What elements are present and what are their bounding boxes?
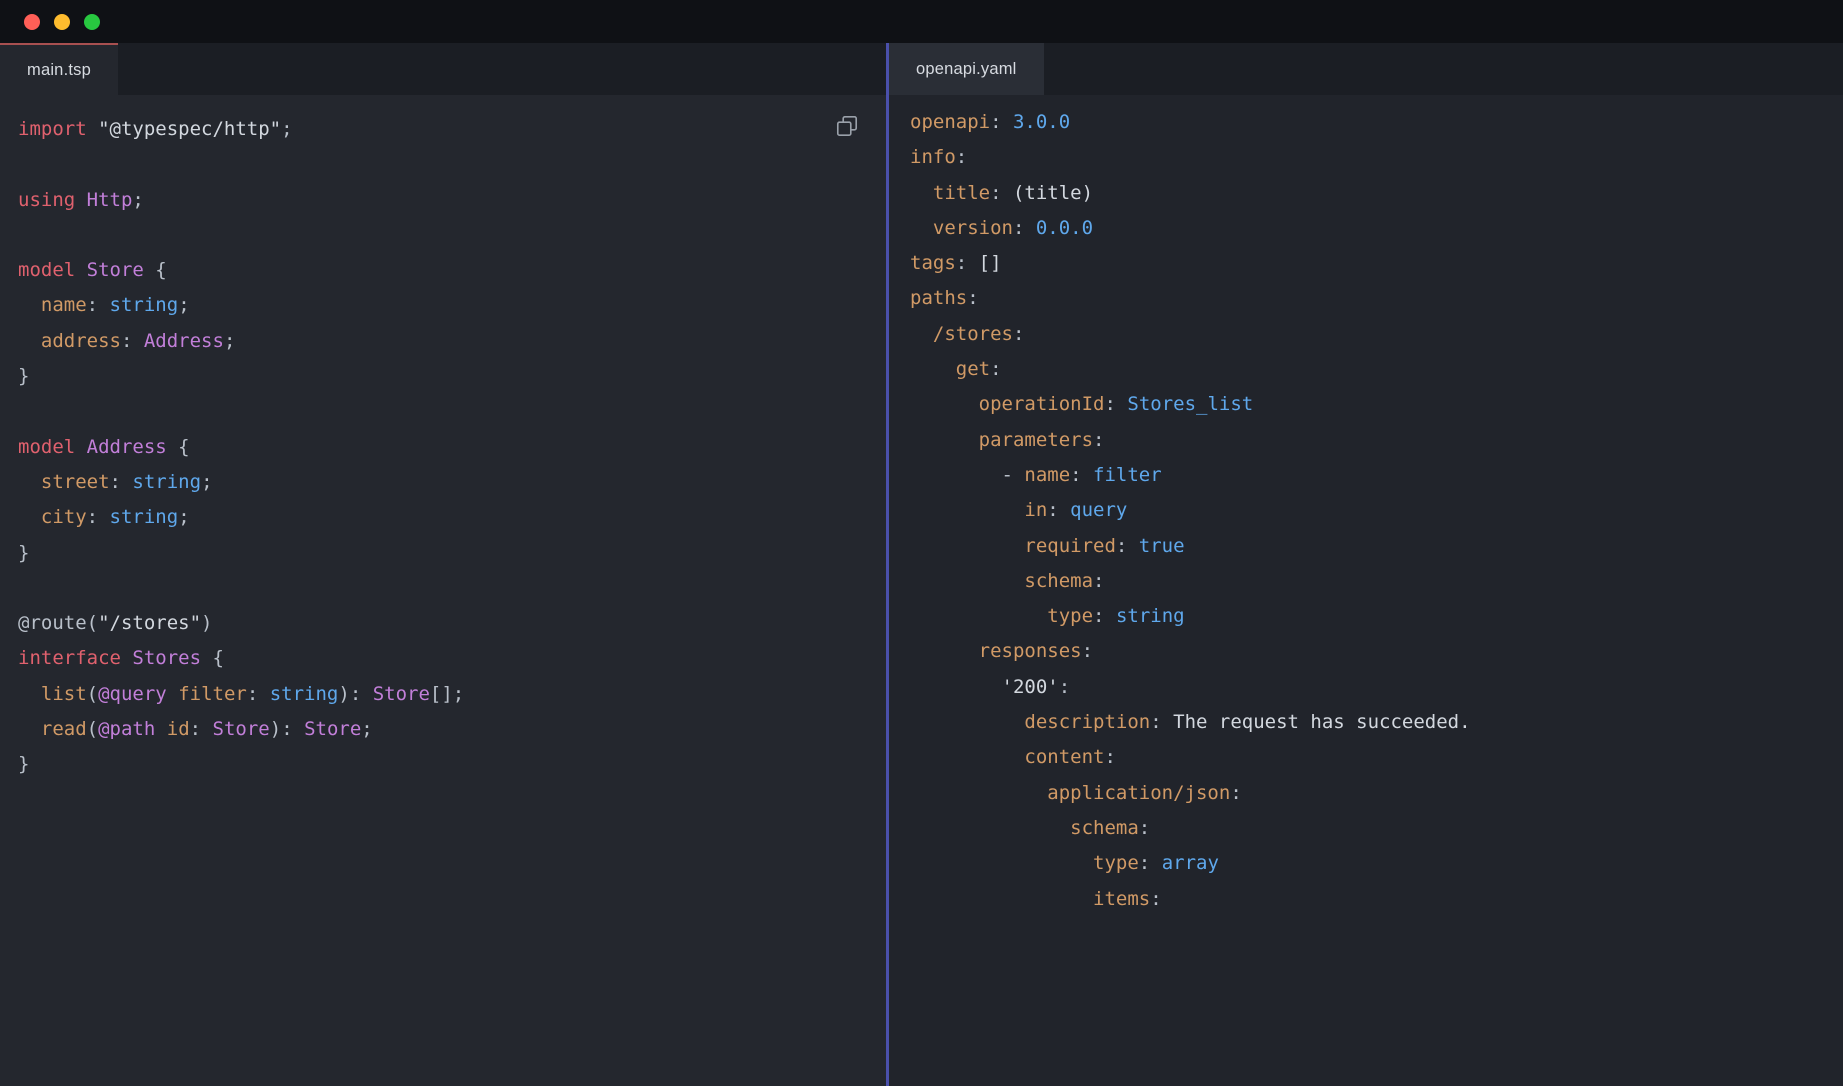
openapi-code-view[interactable]: openapi: 3.0.0info: title: (title) versi… xyxy=(889,95,1843,1086)
code-line: } xyxy=(18,747,886,782)
openapi-output-pane: openapi.yaml openapi: 3.0.0info: title: … xyxy=(889,43,1843,1086)
code-line xyxy=(18,571,886,606)
code-line: type: array xyxy=(910,846,1843,881)
code-line: openapi: 3.0.0 xyxy=(910,105,1843,140)
typespec-code: import "@typespec/http"; using Http; mod… xyxy=(18,112,886,783)
code-line: city: string; xyxy=(18,500,886,535)
code-line xyxy=(18,147,886,182)
code-line: /stores: xyxy=(910,317,1843,352)
code-line: } xyxy=(18,359,886,394)
code-line: using Http; xyxy=(18,183,886,218)
code-line: description: The request has succeeded. xyxy=(910,705,1843,740)
copy-icon xyxy=(834,113,860,139)
code-line: items: xyxy=(910,882,1843,917)
tab-openapi-yaml-label: openapi.yaml xyxy=(916,60,1017,79)
code-line: model Store { xyxy=(18,253,886,288)
split-view: main.tsp import "@typespec/http"; using … xyxy=(0,43,1843,1086)
code-line: - name: filter xyxy=(910,458,1843,493)
code-line xyxy=(18,394,886,429)
code-line: @route("/stores") xyxy=(18,606,886,641)
code-line: model Address { xyxy=(18,430,886,465)
copy-button[interactable] xyxy=(834,113,860,139)
typespec-code-editor[interactable]: import "@typespec/http"; using Http; mod… xyxy=(0,95,886,1086)
code-line: '200': xyxy=(910,670,1843,705)
code-line: in: query xyxy=(910,493,1843,528)
code-line: version: 0.0.0 xyxy=(910,211,1843,246)
code-line: application/json: xyxy=(910,776,1843,811)
zoom-button[interactable] xyxy=(84,14,100,30)
tab-main-tsp-label: main.tsp xyxy=(27,61,91,80)
code-line: schema: xyxy=(910,564,1843,599)
title-bar xyxy=(0,0,1843,43)
code-line: content: xyxy=(910,740,1843,775)
code-line: title: (title) xyxy=(910,176,1843,211)
code-line: parameters: xyxy=(910,423,1843,458)
code-line xyxy=(18,218,886,253)
tab-openapi-yaml[interactable]: openapi.yaml xyxy=(889,43,1044,95)
minimize-button[interactable] xyxy=(54,14,70,30)
code-line: list(@query filter: string): Store[]; xyxy=(18,677,886,712)
openapi-code: openapi: 3.0.0info: title: (title) versi… xyxy=(910,105,1843,917)
left-tab-bar: main.tsp xyxy=(0,43,886,95)
code-line: info: xyxy=(910,140,1843,175)
code-line: schema: xyxy=(910,811,1843,846)
close-button[interactable] xyxy=(24,14,40,30)
code-line: required: true xyxy=(910,529,1843,564)
code-line: get: xyxy=(910,352,1843,387)
code-line: paths: xyxy=(910,281,1843,316)
app-window: main.tsp import "@typespec/http"; using … xyxy=(0,0,1843,1086)
typespec-editor-pane: main.tsp import "@typespec/http"; using … xyxy=(0,43,886,1086)
code-line: tags: [] xyxy=(910,246,1843,281)
code-line: name: string; xyxy=(18,288,886,323)
code-line: operationId: Stores_list xyxy=(910,387,1843,422)
tab-main-tsp[interactable]: main.tsp xyxy=(0,43,118,95)
code-line: type: string xyxy=(910,599,1843,634)
code-line: } xyxy=(18,536,886,571)
code-line: street: string; xyxy=(18,465,886,500)
code-line: interface Stores { xyxy=(18,641,886,676)
code-line: import "@typespec/http"; xyxy=(18,112,886,147)
code-line: address: Address; xyxy=(18,324,886,359)
right-tab-bar: openapi.yaml xyxy=(889,43,1843,95)
code-line: read(@path id: Store): Store; xyxy=(18,712,886,747)
code-line: responses: xyxy=(910,634,1843,669)
